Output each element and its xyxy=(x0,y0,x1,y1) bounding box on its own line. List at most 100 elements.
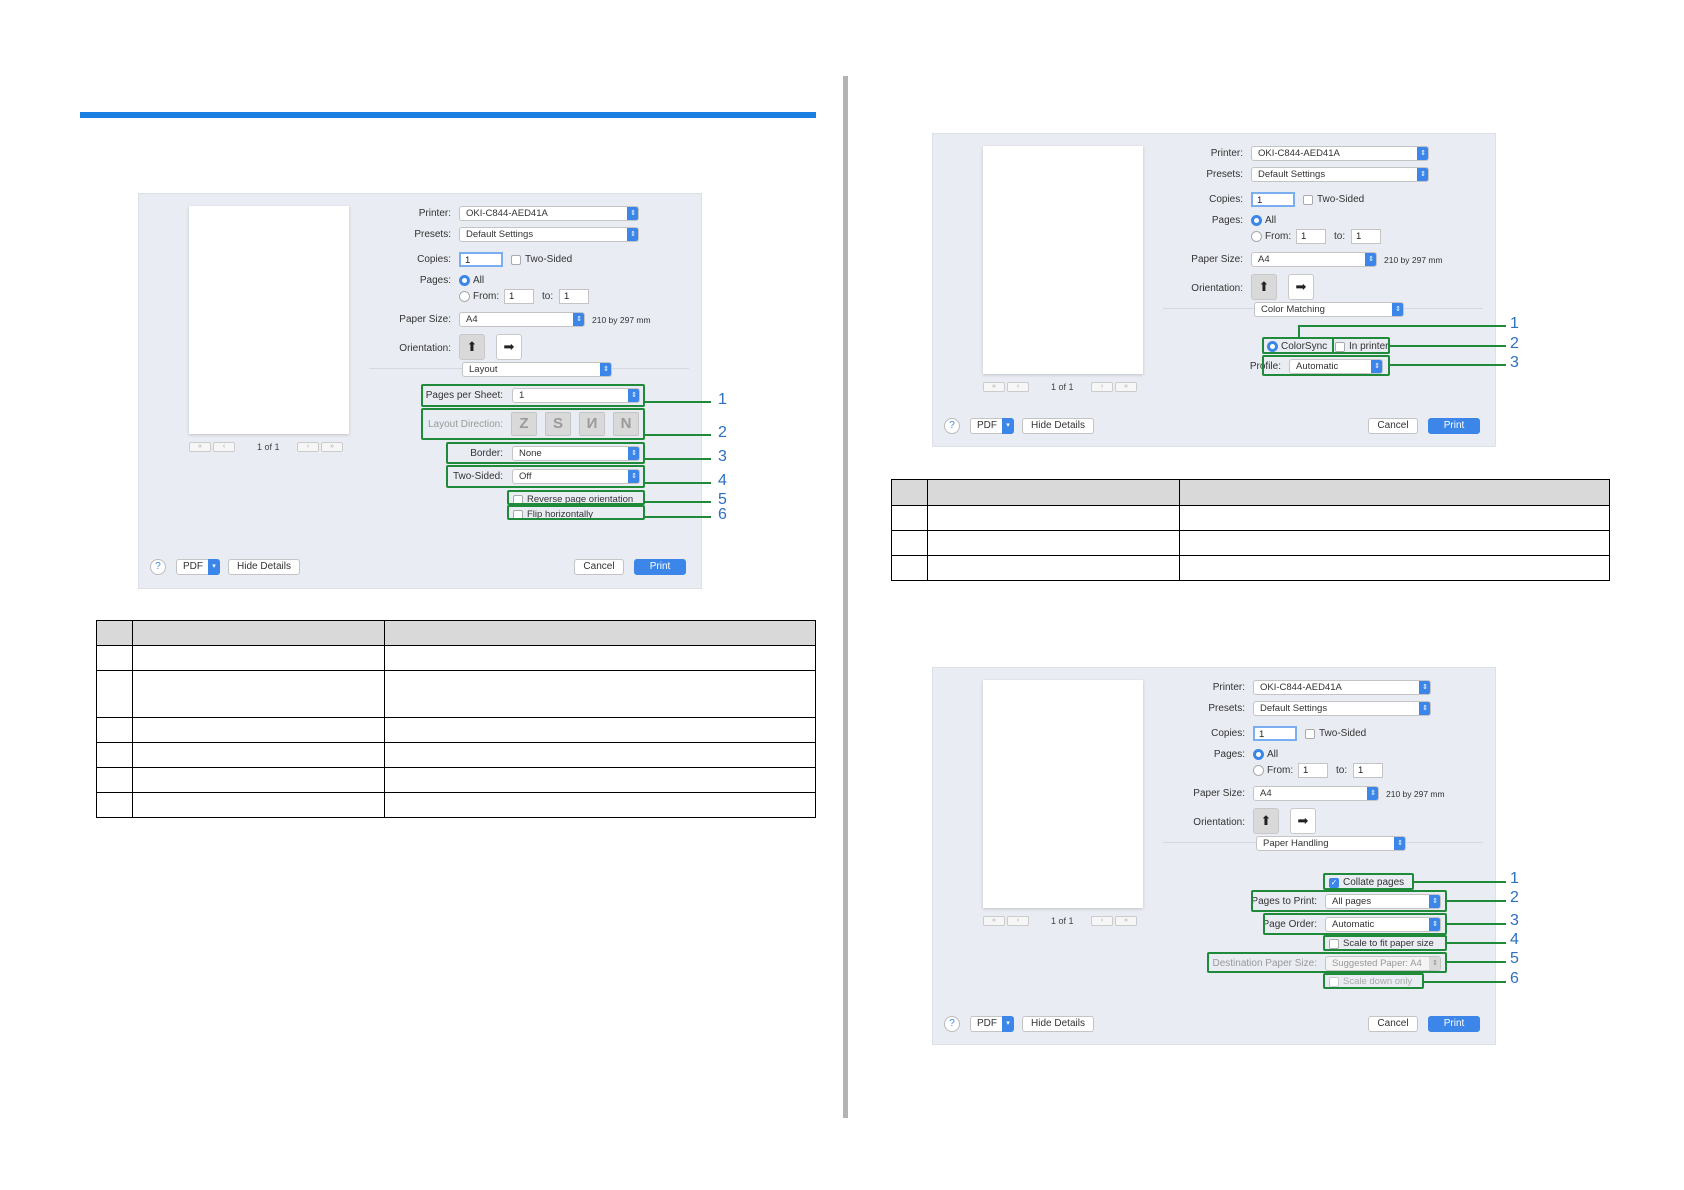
two-sided-checkbox[interactable] xyxy=(1305,729,1315,739)
chevron-down-icon: ▾ xyxy=(1002,418,1014,434)
pages-to-input[interactable]: 1 xyxy=(1351,229,1381,244)
portrait-orientation-icon[interactable]: ⬆︎ xyxy=(459,334,485,360)
color-matching-table xyxy=(891,479,1610,581)
last-page-button[interactable]: » xyxy=(321,442,343,452)
pdf-button-label: PDF xyxy=(977,1018,997,1029)
section-heading-rule xyxy=(80,112,816,118)
two-sided-checkbox[interactable] xyxy=(511,255,521,265)
callout-number-4: 4 xyxy=(1510,931,1519,948)
pages-all-radio[interactable] xyxy=(459,275,470,286)
hide-details-button[interactable]: Hide Details xyxy=(228,559,300,575)
cancel-button[interactable]: Cancel xyxy=(574,559,624,575)
portrait-orientation-icon[interactable]: ⬆︎ xyxy=(1253,808,1279,834)
callout-line-5 xyxy=(645,501,711,503)
paper-size-select[interactable]: A4 ⇕ xyxy=(1251,252,1377,267)
pages-all-radio[interactable] xyxy=(1253,749,1264,760)
paper-size-value: A4 xyxy=(1260,788,1272,799)
callout-box-6 xyxy=(507,505,645,520)
next-page-button[interactable]: › xyxy=(1091,382,1113,392)
last-page-button[interactable]: » xyxy=(1115,916,1137,926)
next-page-button[interactable]: › xyxy=(297,442,319,452)
last-page-button[interactable]: » xyxy=(1115,382,1137,392)
first-page-button[interactable]: « xyxy=(983,382,1005,392)
copies-label: Copies: xyxy=(1209,194,1243,205)
pages-all-label: All xyxy=(473,275,485,286)
paper-size-select[interactable]: A4 ⇕ xyxy=(1253,786,1379,801)
first-page-button[interactable]: « xyxy=(983,916,1005,926)
chevron-updown-icon: ⇕ xyxy=(1417,168,1428,181)
printer-select[interactable]: OKI-C844-AED41A ⇕ xyxy=(1253,680,1431,695)
callout-number-1: 1 xyxy=(1510,315,1519,332)
printer-value: OKI-C844-AED41A xyxy=(1258,148,1340,159)
chevron-updown-icon: ⇕ xyxy=(1417,147,1428,160)
copies-input[interactable]: 1 xyxy=(1253,726,1297,741)
pdf-button[interactable]: PDF ▾ xyxy=(176,559,220,575)
pages-from-radio[interactable] xyxy=(459,291,470,302)
presets-select[interactable]: Default Settings ⇕ xyxy=(1251,167,1429,182)
copies-input[interactable]: 1 xyxy=(459,252,503,267)
callout-box-2 xyxy=(421,408,645,440)
panel-select[interactable]: Layout ⇕ xyxy=(462,362,612,377)
help-icon[interactable]: ? xyxy=(944,418,960,434)
presets-value: Default Settings xyxy=(1260,703,1328,714)
callout-number-6: 6 xyxy=(1510,970,1519,987)
callout-box-4 xyxy=(1323,935,1447,951)
two-sided-checkbox[interactable] xyxy=(1303,195,1313,205)
table-row xyxy=(891,555,1610,581)
pages-to-input[interactable]: 1 xyxy=(559,289,589,304)
panel-select[interactable]: Color Matching ⇕ xyxy=(1254,302,1404,317)
pages-from-input[interactable]: 1 xyxy=(504,289,534,304)
pages-from-input[interactable]: 1 xyxy=(1296,229,1326,244)
paper-size-select[interactable]: A4 ⇕ xyxy=(459,312,585,327)
panel-select-value: Color Matching xyxy=(1261,304,1325,315)
paper-size-value: A4 xyxy=(1258,254,1270,265)
help-icon[interactable]: ? xyxy=(944,1016,960,1032)
callout-line-4 xyxy=(645,482,711,484)
hide-details-button[interactable]: Hide Details xyxy=(1022,1016,1094,1032)
help-icon[interactable]: ? xyxy=(150,559,166,575)
printer-select[interactable]: OKI-C844-AED41A ⇕ xyxy=(459,206,639,221)
copies-input[interactable]: 1 xyxy=(1251,192,1295,207)
print-button[interactable]: Print xyxy=(1428,418,1480,434)
printer-select[interactable]: OKI-C844-AED41A ⇕ xyxy=(1251,146,1429,161)
callout-box-2 xyxy=(1332,337,1390,354)
previous-page-button[interactable]: ‹ xyxy=(213,442,235,452)
pdf-button[interactable]: PDF ▾ xyxy=(970,418,1014,434)
chevron-updown-icon: ⇕ xyxy=(1367,787,1378,800)
pdf-button[interactable]: PDF ▾ xyxy=(970,1016,1014,1032)
portrait-orientation-icon[interactable]: ⬆︎ xyxy=(1251,274,1277,300)
landscape-orientation-icon[interactable]: ➡︎ xyxy=(496,334,522,360)
landscape-orientation-icon[interactable]: ➡︎ xyxy=(1290,808,1316,834)
page-counter: 1 of 1 xyxy=(257,442,280,452)
next-page-button[interactable]: › xyxy=(1091,916,1113,926)
pages-to-label: to: xyxy=(1334,231,1346,242)
table-row xyxy=(891,530,1610,556)
copies-label: Copies: xyxy=(417,254,451,265)
presets-select[interactable]: Default Settings ⇕ xyxy=(1253,701,1431,716)
callout-box-6 xyxy=(1323,973,1424,989)
pages-from-radio[interactable] xyxy=(1253,765,1264,776)
callout-line-1 xyxy=(1414,881,1506,883)
first-page-button[interactable]: « xyxy=(189,442,211,452)
pages-to-input[interactable]: 1 xyxy=(1353,763,1383,778)
pages-all-radio[interactable] xyxy=(1251,215,1262,226)
previous-page-button[interactable]: ‹ xyxy=(1007,382,1029,392)
panel-select[interactable]: Paper Handling ⇕ xyxy=(1256,836,1406,851)
pages-from-radio[interactable] xyxy=(1251,231,1262,242)
callout-box-3 xyxy=(1263,913,1447,935)
landscape-orientation-icon[interactable]: ➡︎ xyxy=(1288,274,1314,300)
table-header-cell xyxy=(384,620,816,646)
print-button[interactable]: Print xyxy=(634,559,686,575)
page-preview xyxy=(983,146,1143,374)
hide-details-button[interactable]: Hide Details xyxy=(1022,418,1094,434)
two-sided-checkbox-label: Two-Sided xyxy=(1317,194,1365,205)
previous-page-button[interactable]: ‹ xyxy=(1007,916,1029,926)
cancel-button[interactable]: Cancel xyxy=(1368,1016,1418,1032)
print-button[interactable]: Print xyxy=(1428,1016,1480,1032)
cancel-button[interactable]: Cancel xyxy=(1368,418,1418,434)
chevron-down-icon: ▾ xyxy=(1002,1016,1014,1032)
callout-number-4: 4 xyxy=(718,472,727,489)
presets-select[interactable]: Default Settings ⇕ xyxy=(459,227,639,242)
pages-from-input[interactable]: 1 xyxy=(1298,763,1328,778)
callout-line-6 xyxy=(645,516,711,518)
